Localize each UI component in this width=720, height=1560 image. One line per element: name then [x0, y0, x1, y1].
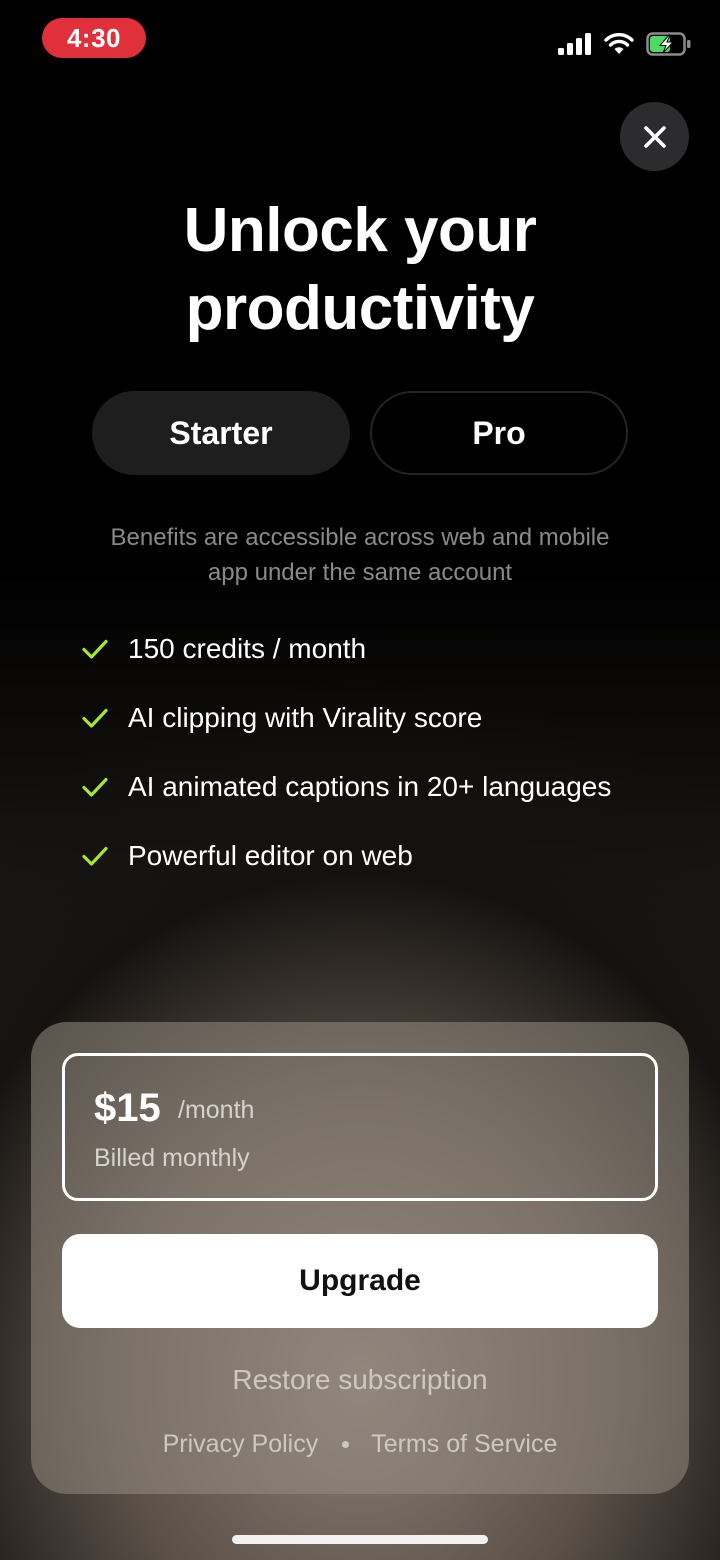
separator-dot [342, 1441, 350, 1448]
status-bar: 4:30 [0, 0, 720, 80]
benefit-text: AI animated captions in 20+ languages [128, 770, 612, 802]
legal-links: Privacy Policy Terms of Service [31, 1430, 689, 1459]
benefit-item: AI animated captions in 20+ languages [80, 752, 680, 821]
check-icon [82, 846, 108, 866]
price-option-monthly[interactable]: $15 /month Billed monthly [62, 1053, 658, 1201]
benefits-list: 150 credits / month AI clipping with Vir… [80, 614, 680, 890]
close-icon [643, 125, 666, 148]
benefit-text: 150 credits / month [128, 632, 367, 664]
title-line-2: productivity [185, 274, 535, 343]
tab-starter[interactable]: Starter [92, 391, 350, 475]
benefit-item: Powerful editor on web [80, 821, 680, 890]
home-indicator[interactable] [232, 1535, 488, 1544]
benefit-text: Powerful editor on web [128, 839, 413, 871]
status-time: 4:30 [42, 18, 146, 58]
battery-charging-icon [646, 32, 691, 56]
subtitle-line-1: Benefits are accessible across web and m… [110, 524, 610, 551]
page-title: Unlock your productivity [0, 192, 720, 348]
cellular-signal-icon [558, 33, 591, 55]
tab-pro[interactable]: Pro [370, 391, 628, 475]
price-period: /month [178, 1096, 255, 1124]
subtitle-line-2: app under the same account [207, 559, 513, 586]
privacy-policy-link[interactable]: Privacy Policy [163, 1430, 319, 1459]
check-icon [82, 777, 108, 797]
tab-starter-label: Starter [169, 414, 273, 451]
restore-subscription-link[interactable]: Restore subscription [31, 1364, 689, 1396]
purchase-card: $15 /month Billed monthly Upgrade Restor… [31, 1022, 689, 1494]
upgrade-button[interactable]: Upgrade [62, 1234, 658, 1328]
status-icons [558, 30, 692, 58]
check-icon [82, 639, 108, 659]
benefit-item: 150 credits / month [80, 614, 680, 683]
title-line-1: Unlock your [183, 196, 537, 265]
terms-of-service-link[interactable]: Terms of Service [371, 1430, 557, 1459]
billing-frequency: Billed monthly [94, 1144, 250, 1172]
benefit-text: AI clipping with Virality score [128, 701, 483, 733]
close-button[interactable] [620, 102, 689, 171]
benefit-item: AI clipping with Virality score [80, 683, 680, 752]
benefits-subtitle: Benefits are accessible across web and m… [60, 520, 660, 590]
tab-pro-label: Pro [472, 414, 526, 451]
upgrade-button-label: Upgrade [299, 1264, 421, 1297]
check-icon [82, 708, 108, 728]
wifi-icon [604, 33, 634, 54]
price-amount: $15 [94, 1086, 161, 1130]
